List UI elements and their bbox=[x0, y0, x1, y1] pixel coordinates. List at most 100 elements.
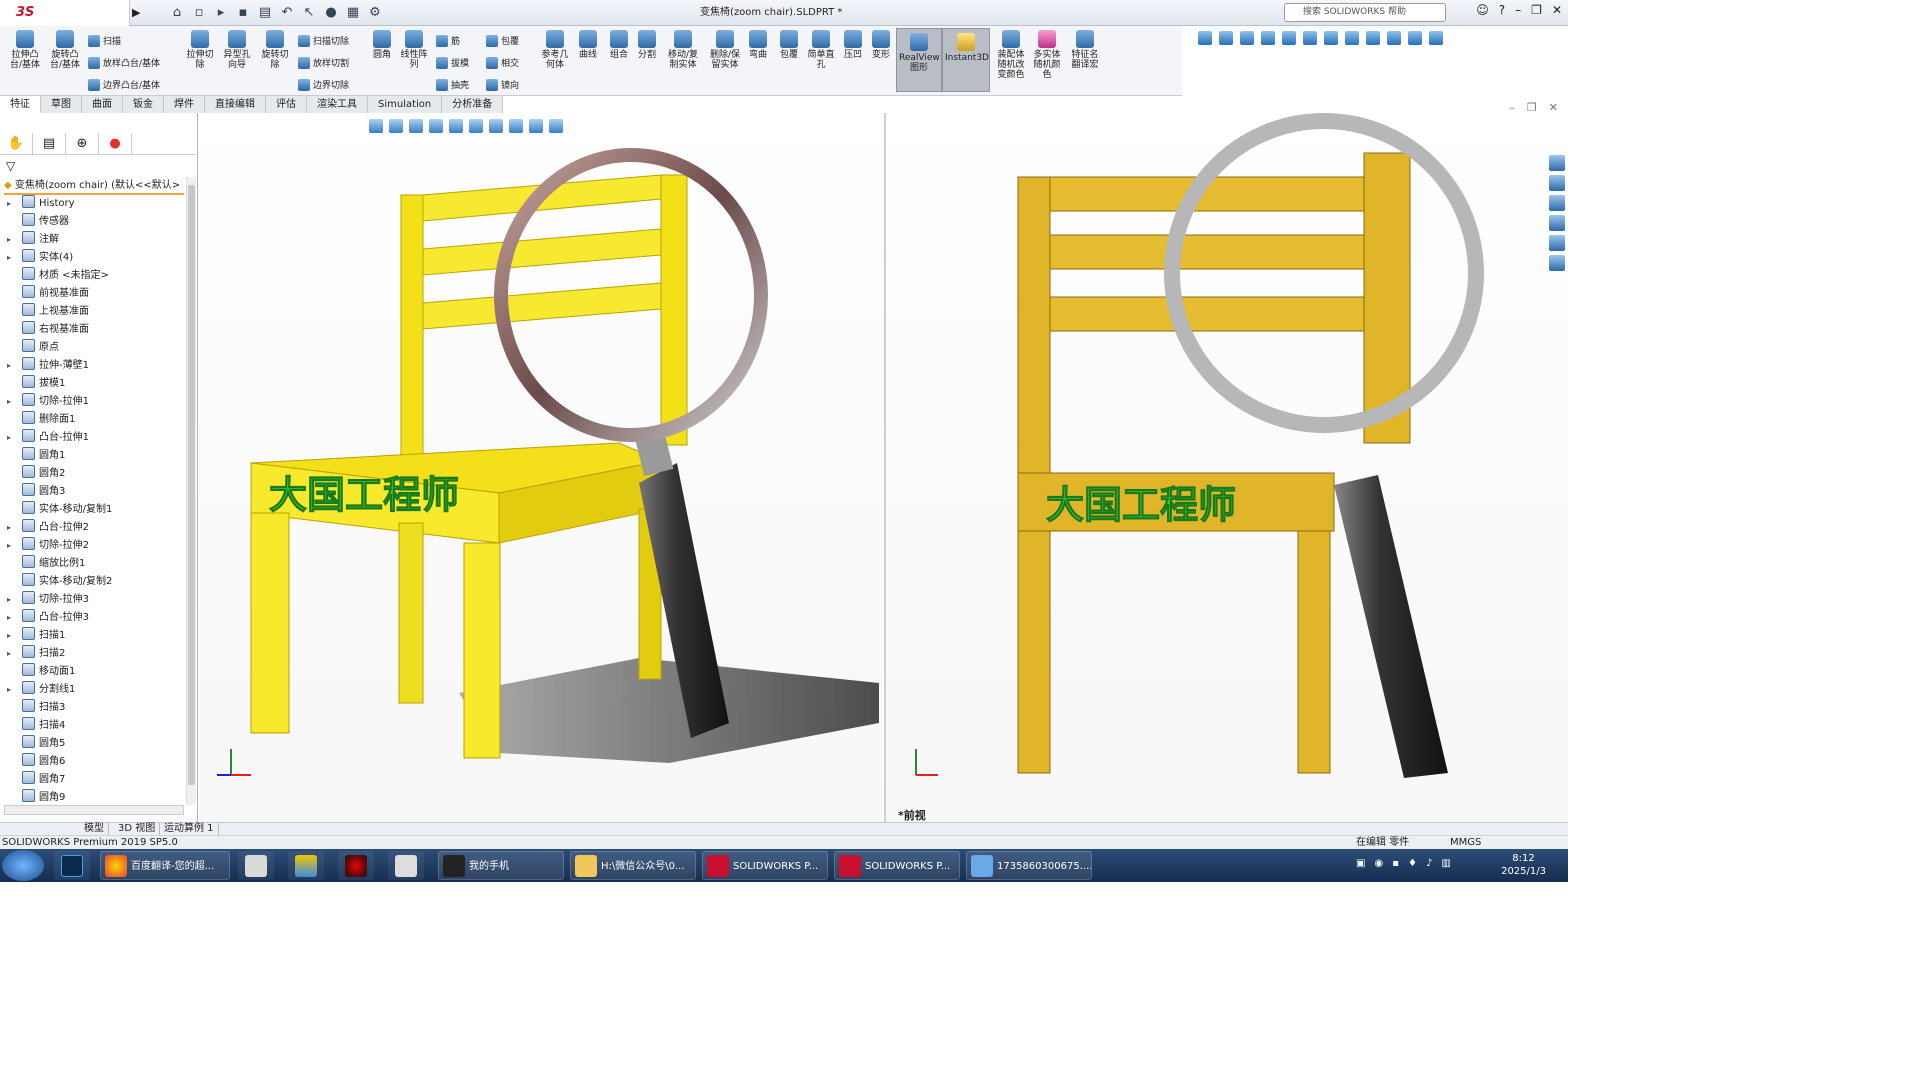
tree-item[interactable]: ▸ 分割线1 bbox=[0, 681, 184, 699]
solidworks-logo[interactable]: 3S SOLIDWORKS bbox=[0, 0, 130, 46]
tree-item[interactable]: 原点 bbox=[0, 339, 184, 357]
reference-geometry-button[interactable]: 参考几何体 bbox=[538, 30, 572, 70]
lofted-cut-button[interactable]: 放样切割 bbox=[298, 56, 349, 69]
taskbar-app-2[interactable] bbox=[288, 851, 324, 880]
plane-icon[interactable] bbox=[1408, 31, 1422, 45]
sketch-icon[interactable] bbox=[1366, 31, 1380, 45]
tree-item[interactable]: 上视基准面 bbox=[0, 303, 184, 321]
tray-icon-1[interactable]: ▣ bbox=[1356, 858, 1365, 869]
deform-button[interactable]: 变形 bbox=[868, 30, 894, 60]
view-palette-icon[interactable] bbox=[1549, 215, 1565, 231]
tree-item[interactable]: ▸ 扫描1 bbox=[0, 627, 184, 645]
expand-arrow-icon[interactable]: ▸ bbox=[7, 681, 11, 699]
boundary-boss-button[interactable]: 边界凸台/基体 bbox=[88, 78, 160, 91]
fillet-button[interactable]: 圆角 bbox=[370, 30, 394, 60]
shell-button[interactable]: 抽壳 bbox=[436, 78, 469, 91]
open-icon[interactable]: ▸ bbox=[212, 4, 230, 22]
taskbar-explorer[interactable]: H:\微信公众号\0... bbox=[570, 851, 696, 880]
network-icon[interactable]: ▥ bbox=[1441, 858, 1450, 869]
expand-arrow-icon[interactable]: ▸ bbox=[7, 195, 11, 213]
revolve-cut-button[interactable]: 旋转切除 bbox=[258, 30, 292, 70]
feature-translate-macro-button[interactable]: 特征名翻译宏 bbox=[1068, 30, 1102, 70]
expand-arrow-icon[interactable]: ▸ bbox=[7, 429, 11, 447]
taskbar-solidworks-1[interactable]: SOLIDWORKS P... bbox=[702, 851, 828, 880]
expand-arrow-icon[interactable]: ▸ bbox=[7, 609, 11, 627]
units-selector[interactable]: MMGS bbox=[1450, 836, 1481, 850]
tab-3d-views[interactable]: 3D 视图 bbox=[114, 823, 161, 835]
options-gear-icon[interactable]: ⚙ bbox=[366, 4, 384, 22]
tab-sheet-metal[interactable]: 钣金 bbox=[123, 96, 164, 113]
expand-arrow-icon[interactable]: ▸ bbox=[7, 591, 11, 609]
assembly-random-color-button[interactable]: 装配体随机改变颜色 bbox=[994, 30, 1028, 80]
tree-item[interactable]: 前视基准面 bbox=[0, 285, 184, 303]
help-search-input[interactable]: 搜索 SOLIDWORKS 帮助 bbox=[1284, 3, 1446, 22]
wrap-button[interactable]: 包覆 bbox=[486, 34, 519, 47]
split-button[interactable]: 分割 bbox=[634, 30, 660, 60]
taskbar-app-3[interactable] bbox=[388, 851, 424, 880]
appearances-icon[interactable] bbox=[1549, 235, 1565, 251]
axis-icon[interactable] bbox=[1387, 31, 1401, 45]
tree-item[interactable]: ▸ 切除-拉伸2 bbox=[0, 537, 184, 555]
filter-icon[interactable] bbox=[1198, 31, 1212, 45]
expand-arrow-icon[interactable]: ▸ bbox=[7, 393, 11, 411]
graphics-viewport-front[interactable]: – ❐ ✕ 大国工程师 *前视 bbox=[884, 101, 1568, 822]
multibody-random-color-button[interactable]: 多实体随机颜色 bbox=[1030, 30, 1064, 80]
tree-item[interactable]: ▸ 凸台-拉伸2 bbox=[0, 519, 184, 537]
tree-item[interactable]: 删除面1 bbox=[0, 411, 184, 429]
tray-icon-4[interactable]: ♦ bbox=[1408, 858, 1417, 869]
expand-menu-arrow-icon[interactable]: ▶ bbox=[132, 6, 140, 19]
combine-button[interactable]: 组合 bbox=[606, 30, 632, 60]
hole-wizard-button[interactable]: 异型孔向导 bbox=[220, 30, 254, 70]
tree-item[interactable]: 拔模1 bbox=[0, 375, 184, 393]
delete-keep-body-button[interactable]: 删除/保留实体 bbox=[706, 30, 744, 70]
tree-scrollbar[interactable] bbox=[186, 177, 196, 805]
loft-boss-button[interactable]: 放样凸台/基体 bbox=[88, 56, 160, 69]
select-icon[interactable]: ↖ bbox=[300, 4, 318, 22]
graphics-viewport-iso[interactable]: 大国工程师 bbox=[199, 113, 882, 822]
tree-item[interactable]: 实体-移动/复制1 bbox=[0, 501, 184, 519]
tree-hscrollbar[interactable] bbox=[4, 805, 184, 815]
tab-model[interactable]: 模型 bbox=[80, 823, 109, 835]
rib-button[interactable]: 筋 bbox=[436, 34, 460, 47]
save-icon[interactable]: ▪ bbox=[234, 4, 252, 22]
expand-arrow-icon[interactable]: ▸ bbox=[7, 249, 11, 267]
filter-tree-icon[interactable]: ▽ bbox=[6, 159, 15, 173]
sweep-button[interactable]: 扫描 bbox=[88, 34, 121, 47]
tab-direct-editing[interactable]: 直接编辑 bbox=[205, 96, 266, 113]
help-icon[interactable]: ? bbox=[1499, 3, 1505, 17]
appearance-tab-icon[interactable]: ● bbox=[99, 133, 132, 155]
tab-evaluate[interactable]: 评估 bbox=[266, 96, 307, 113]
tab-simulation[interactable]: Simulation bbox=[368, 96, 443, 113]
expand-icon[interactable] bbox=[1429, 31, 1443, 45]
tree-item[interactable]: 圆角7 bbox=[0, 771, 184, 789]
selection-filter-icon[interactable] bbox=[1219, 31, 1233, 45]
tree-item[interactable]: ▸ 凸台-拉伸1 bbox=[0, 429, 184, 447]
move-copy-body-button[interactable]: 移动/复制实体 bbox=[664, 30, 702, 70]
expand-arrow-icon[interactable]: ▸ bbox=[7, 627, 11, 645]
tab-features[interactable]: 特征 bbox=[0, 96, 41, 113]
tab-render-tools[interactable]: 渲染工具 bbox=[307, 96, 368, 113]
tray-icon-2[interactable]: ◉ bbox=[1374, 858, 1383, 869]
tab-motion-study[interactable]: 运动算例 1 bbox=[160, 823, 219, 835]
home-icon[interactable]: ⌂ bbox=[168, 4, 186, 22]
intersect-button[interactable]: 相交 bbox=[486, 56, 519, 69]
start-button[interactable] bbox=[2, 850, 44, 881]
tree-item[interactable]: 圆角6 bbox=[0, 753, 184, 771]
restore-icon[interactable]: ❐ bbox=[1531, 3, 1542, 17]
tab-analysis-prep[interactable]: 分析准备 bbox=[442, 96, 504, 113]
tree-item[interactable]: 右视基准面 bbox=[0, 321, 184, 339]
tab-weldments[interactable]: 焊件 bbox=[164, 96, 205, 113]
taskbar-clock[interactable]: 8:12 2025/1/3 bbox=[1501, 852, 1546, 878]
taskbar-photoshop[interactable] bbox=[54, 851, 90, 880]
mirror-button[interactable]: 镜向 bbox=[486, 78, 519, 91]
rebuild-icon[interactable]: ● bbox=[322, 4, 340, 22]
custom-properties-icon[interactable] bbox=[1549, 255, 1565, 271]
file-explorer-icon[interactable] bbox=[1549, 195, 1565, 211]
taskbar-solidworks-2[interactable]: SOLIDWORKS P... bbox=[834, 851, 960, 880]
property-manager-tab-icon[interactable]: ▤ bbox=[33, 133, 66, 155]
point-icon[interactable] bbox=[1261, 31, 1275, 45]
close-icon[interactable]: ✕ bbox=[1552, 3, 1562, 17]
tree-item[interactable]: ▸ 凸台-拉伸3 bbox=[0, 609, 184, 627]
expand-arrow-icon[interactable]: ▸ bbox=[7, 231, 11, 249]
boundary-cut-button[interactable]: 边界切除 bbox=[298, 78, 349, 91]
